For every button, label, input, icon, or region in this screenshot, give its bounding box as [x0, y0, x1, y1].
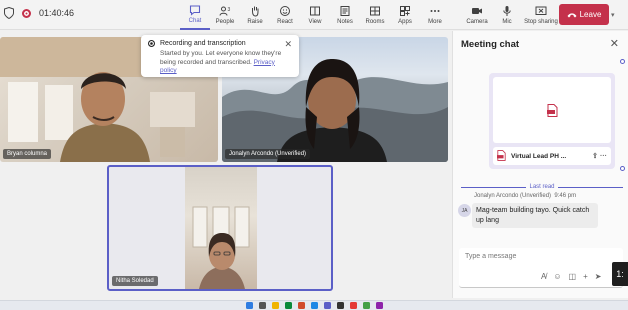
- chevron-down-icon[interactable]: ▾: [611, 11, 615, 19]
- format-icon[interactable]: A̸: [541, 272, 546, 281]
- file-actions: ⇪ ···: [592, 152, 607, 160]
- message-meta: Jonalyn Arcondo (Unverified) 9:46 pm: [474, 193, 576, 199]
- apps-icon: [400, 6, 410, 16]
- raise-hand-button[interactable]: Raise: [240, 0, 270, 30]
- app-icon[interactable]: [284, 302, 292, 309]
- app-icon[interactable]: [349, 302, 357, 309]
- notes-button[interactable]: Notes: [330, 0, 360, 30]
- apps-button[interactable]: Apps: [390, 0, 420, 30]
- add-icon[interactable]: +: [583, 272, 588, 281]
- react-button[interactable]: React: [270, 0, 300, 30]
- start-icon[interactable]: [245, 302, 253, 309]
- more-button[interactable]: More: [420, 0, 450, 30]
- react-icon: [280, 6, 290, 16]
- chat-icon: [189, 5, 201, 16]
- emoji-icon[interactable]: ☺: [553, 272, 561, 281]
- shield-icon: [4, 7, 14, 19]
- app-icon[interactable]: [297, 302, 305, 309]
- notification-title: Recording and transcription: [160, 40, 246, 47]
- file-preview[interactable]: [493, 77, 611, 143]
- recording-icon: [22, 8, 31, 18]
- people-button[interactable]: 3 People: [210, 0, 240, 30]
- participant-name: Jonalyn Arcondo (Unverified): [225, 149, 311, 159]
- camera-button[interactable]: Camera: [462, 0, 492, 30]
- toolbar-left: 01:40:46: [4, 7, 74, 19]
- close-icon[interactable]: ✕: [610, 37, 619, 50]
- share-icon: [535, 6, 547, 15]
- scroll-marker[interactable]: [620, 166, 625, 171]
- app-icon[interactable]: [310, 302, 318, 309]
- compose-actions: A̸ ☺ ◫ + ➤: [541, 272, 601, 281]
- last-read-divider: Last read: [461, 180, 623, 190]
- rooms-icon: [370, 6, 380, 16]
- meeting-chat-panel: Meeting chat ✕ Virtual Lead PH ... ⇪ ···…: [452, 31, 628, 298]
- phone-hangup-icon: [567, 12, 577, 17]
- view-icon: [310, 6, 320, 16]
- mic-icon: [503, 6, 511, 16]
- app-icon[interactable]: [362, 302, 370, 309]
- leave-button[interactable]: Leave: [559, 4, 609, 25]
- file-attachment-card[interactable]: Virtual Lead PH ... ⇪ ···: [489, 73, 615, 169]
- pdf-icon: [497, 150, 506, 161]
- stop-sharing-button[interactable]: Stop sharing: [522, 0, 560, 30]
- gif-icon[interactable]: ◫: [569, 272, 577, 281]
- mic-button[interactable]: Mic: [492, 0, 522, 30]
- view-button[interactable]: View: [300, 0, 330, 30]
- chat-button[interactable]: Chat: [180, 0, 210, 30]
- timestamp-overlay: 1:: [612, 262, 628, 286]
- avatar[interactable]: JA: [458, 204, 471, 217]
- message-input[interactable]: Type a message: [465, 253, 516, 260]
- record-icon: [148, 40, 155, 47]
- meeting-toolbar: 01:40:46 Chat 3 People Raise React View …: [0, 0, 628, 30]
- app-icon[interactable]: [336, 302, 344, 309]
- camera-icon: [472, 8, 482, 14]
- message-compose-box[interactable]: Type a message A̸ ☺ ◫ + ➤: [459, 248, 623, 288]
- search-icon[interactable]: [258, 302, 266, 309]
- scroll-marker[interactable]: [620, 59, 625, 64]
- share-icon[interactable]: ⇪: [592, 153, 598, 160]
- participant-name: Nitha Soledad: [112, 276, 158, 286]
- raise-hand-icon: [252, 6, 259, 17]
- message-time: 9:46 pm: [554, 193, 577, 199]
- recording-notification: Recording and transcription Started by y…: [141, 35, 299, 77]
- participant-video: [185, 167, 257, 289]
- chat-message[interactable]: Mag-team building tayo. Quick catch up l…: [472, 203, 598, 228]
- participant-name: Bryan columna: [3, 149, 52, 159]
- more-icon: [430, 10, 440, 12]
- video-tile-nitha[interactable]: Nitha Soledad: [107, 165, 333, 291]
- folder-icon[interactable]: [271, 302, 279, 309]
- svg-text:3: 3: [228, 7, 231, 13]
- meeting-timer: 01:40:46: [39, 8, 75, 18]
- os-taskbar: [0, 300, 628, 310]
- people-icon: 3: [219, 6, 231, 16]
- pdf-icon: [546, 103, 557, 117]
- chat-title: Meeting chat: [461, 38, 520, 50]
- teams-icon[interactable]: [323, 302, 331, 309]
- send-icon[interactable]: ➤: [595, 272, 602, 281]
- notification-body: Started by you. Let everyone know they'r…: [160, 50, 282, 74]
- file-name: Virtual Lead PH ...: [511, 152, 567, 160]
- close-icon[interactable]: ✕: [284, 39, 292, 50]
- file-name-row[interactable]: Virtual Lead PH ... ⇪ ···: [493, 147, 611, 165]
- rooms-button[interactable]: Rooms: [360, 0, 390, 30]
- app-icon[interactable]: [375, 302, 383, 309]
- more-icon[interactable]: ···: [600, 153, 607, 160]
- notes-icon: [340, 6, 350, 16]
- message-author: Jonalyn Arcondo (Unverified): [474, 193, 552, 199]
